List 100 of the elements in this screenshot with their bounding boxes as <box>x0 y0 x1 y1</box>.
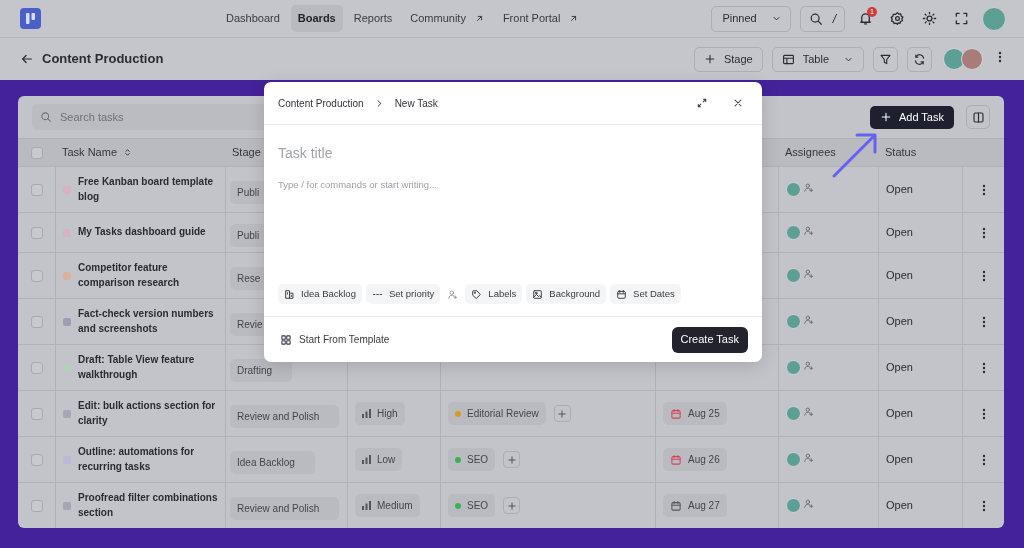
more-icon[interactable] <box>998 50 1002 63</box>
close-icon <box>732 97 744 109</box>
add-stage-button[interactable]: Stage <box>693 46 763 72</box>
filter-icon <box>879 52 892 66</box>
more-icon[interactable] <box>981 183 986 196</box>
checkbox[interactable] <box>30 361 43 374</box>
stage-tag[interactable]: Review and Polish <box>230 405 340 428</box>
calendar-icon <box>616 288 628 300</box>
add-task-button[interactable]: Add Task <box>869 105 954 129</box>
page-title: Content Production <box>42 50 164 69</box>
tag-icon <box>471 288 483 300</box>
plus-icon <box>557 408 568 419</box>
nav-link[interactable]: Dashboard <box>219 5 287 32</box>
priority-chip[interactable]: Set priority <box>365 284 441 304</box>
back-arrow-icon <box>20 52 34 66</box>
refresh-button[interactable] <box>907 46 932 72</box>
nav-link[interactable]: Boards <box>290 5 343 32</box>
nav-link[interactable]: Reports <box>346 5 400 32</box>
task-name[interactable]: Competitor feature comparison research <box>78 261 218 290</box>
task-name[interactable]: Draft: Table View feature walkthrough <box>78 353 218 382</box>
due-date[interactable]: Aug 26 <box>663 448 727 471</box>
avatar <box>786 452 801 467</box>
more-icon[interactable] <box>981 453 986 466</box>
label-tag[interactable]: SEO <box>448 494 496 517</box>
more-icon[interactable] <box>981 226 986 239</box>
column-header[interactable]: Stage <box>232 144 261 161</box>
filter-button[interactable] <box>873 46 898 72</box>
status-text: Open <box>886 225 913 241</box>
add-person-icon <box>803 452 814 464</box>
checkbox[interactable] <box>30 407 43 420</box>
label-tag[interactable]: Editorial Review <box>448 402 546 425</box>
checkbox[interactable] <box>30 269 43 282</box>
stage-icon <box>284 288 295 300</box>
due-date[interactable]: Aug 25 <box>663 402 727 425</box>
priority-tag[interactable]: High <box>355 402 405 425</box>
calendar-icon <box>670 407 682 420</box>
app-logo[interactable] <box>20 8 41 29</box>
status-text: Open <box>886 268 913 284</box>
more-icon[interactable] <box>981 315 986 328</box>
checkbox[interactable] <box>30 499 43 512</box>
more-icon[interactable] <box>981 269 986 282</box>
nav-link[interactable]: Front Portal <box>495 5 587 32</box>
settings-icon <box>890 11 905 26</box>
add-person-icon <box>803 406 814 418</box>
labels-chip[interactable]: Labels <box>465 284 523 304</box>
checkbox[interactable] <box>30 146 43 159</box>
avatar <box>786 360 801 375</box>
stage-tag[interactable]: Drafting <box>230 359 292 382</box>
refresh-icon <box>913 52 926 66</box>
add-person-icon <box>803 314 814 326</box>
background-chip[interactable]: Background <box>526 284 607 304</box>
pinned-dropdown[interactable]: Pinned <box>711 5 791 32</box>
task-name[interactable]: Proofread filter combinations section <box>78 491 218 520</box>
columns-button[interactable] <box>966 105 990 129</box>
bell-icon <box>858 11 873 26</box>
column-header[interactable]: Status <box>885 144 917 161</box>
more-icon[interactable] <box>981 361 986 374</box>
checkbox[interactable] <box>30 183 43 196</box>
priority-tag[interactable]: Low <box>355 448 403 471</box>
status-text: Open <box>886 452 913 468</box>
status-text: Open <box>886 182 913 198</box>
column-header[interactable]: Assignees <box>785 144 836 161</box>
priority-bars-icon <box>362 455 371 464</box>
search-button[interactable]: / <box>799 5 845 32</box>
dates-chip[interactable]: Set Dates <box>610 284 681 304</box>
more-icon[interactable] <box>981 499 986 512</box>
status-text: Open <box>886 360 913 376</box>
avatar <box>786 268 801 283</box>
table-icon <box>781 52 795 66</box>
stage-tag[interactable]: Review and Polish <box>230 497 340 520</box>
view-dropdown[interactable]: Table <box>771 46 864 72</box>
stage-chip[interactable]: Idea Backlog <box>278 284 362 304</box>
avatar <box>943 48 965 70</box>
plus-icon <box>506 454 517 465</box>
task-name[interactable]: Outline: automations for recurring tasks <box>78 445 218 474</box>
checkbox[interactable] <box>30 453 43 466</box>
checkbox[interactable] <box>30 315 43 328</box>
start-from-template-link[interactable]: Start From Template <box>280 332 390 347</box>
column-header[interactable]: Task Name <box>62 144 134 161</box>
checkbox[interactable] <box>30 226 43 239</box>
nav-link[interactable]: Community <box>403 5 492 32</box>
add-person-icon <box>447 288 459 300</box>
priority-tag[interactable]: Medium <box>355 494 420 517</box>
add-person-icon <box>803 498 814 510</box>
search-icon <box>808 11 823 26</box>
stage-tag[interactable]: Idea Backlog <box>230 451 315 474</box>
task-name[interactable]: Free Kanban board template blog <box>78 175 218 204</box>
task-name[interactable]: My Tasks dashboard guide <box>78 225 206 240</box>
priority-bars-icon <box>362 409 371 418</box>
due-date[interactable]: Aug 27 <box>663 494 727 517</box>
label-tag[interactable]: SEO <box>448 448 496 471</box>
calendar-icon <box>670 453 682 466</box>
more-icon[interactable] <box>981 407 986 420</box>
task-name[interactable]: Fact-check version numbers and screenshots <box>78 307 218 336</box>
add-person-icon <box>803 268 814 280</box>
create-task-button[interactable]: Create Task <box>671 326 748 353</box>
plus-icon <box>506 500 517 511</box>
task-name[interactable]: Edit: bulk actions section for clarity <box>78 399 218 428</box>
plus-icon <box>703 53 716 65</box>
avatar <box>786 498 801 513</box>
